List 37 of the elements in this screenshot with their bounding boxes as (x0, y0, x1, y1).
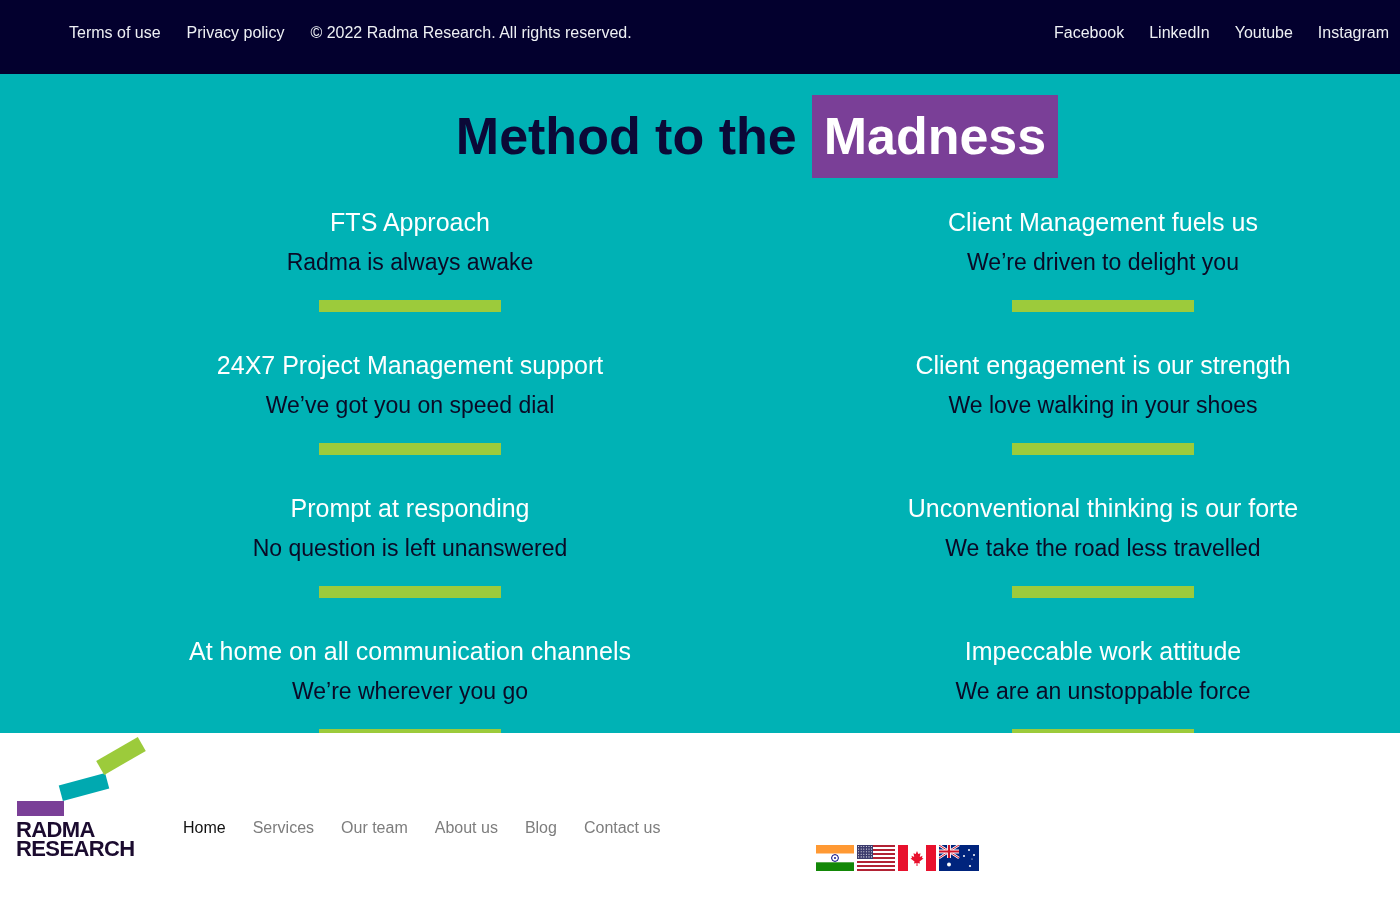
social-link[interactable]: Facebook (1053, 23, 1125, 43)
legal-link[interactable]: Terms of use (69, 23, 161, 43)
feature-tagline: Radma is always awake (286, 248, 534, 277)
legal-link[interactable]: Privacy policy (186, 23, 285, 43)
feature-heading: At home on all communication channels (189, 636, 631, 667)
nav-link[interactable]: Services (252, 818, 315, 838)
feature-heading: FTS Approach (330, 207, 490, 238)
nav-link[interactable]: About us (434, 818, 498, 838)
nav-link[interactable]: Our team (341, 818, 408, 838)
feature-tagline: We take the road less travelled (945, 534, 1261, 563)
title-highlight: Madness (811, 95, 1059, 178)
australia-flag-icon (939, 845, 979, 871)
canada-flag-icon (898, 845, 936, 871)
social-link[interactable]: Youtube (1234, 23, 1293, 43)
logo-bars-icon (16, 737, 148, 817)
social-link[interactable]: LinkedIn (1149, 23, 1210, 43)
feature-tagline: We’ve got you on speed dial (265, 391, 555, 420)
feature-tagline: We’re driven to delight you (967, 248, 1239, 277)
feature-heading: Client Management fuels us (948, 207, 1258, 238)
nav-link[interactable]: Home (183, 818, 226, 838)
feature-heading: Unconventional thinking is our forte (907, 493, 1299, 524)
feature-tagline: No question is left unanswered (252, 534, 568, 563)
nav-link[interactable]: Contact us (583, 818, 661, 838)
social-link[interactable]: Instagram (1317, 23, 1389, 43)
feature-tagline: We love walking in your shoes (948, 391, 1258, 420)
india-flag-icon (816, 845, 854, 871)
feature-heading: Prompt at responding (290, 493, 530, 524)
us-flag-icon (857, 845, 895, 871)
feature-tagline: We are an unstoppable force (955, 677, 1251, 706)
logo-text: RADMA RESEARCH (16, 820, 135, 858)
feature-heading: Impeccable work attitude (964, 636, 1242, 667)
copyright-text: © 2022 Radma Research. All rights reserved. (310, 23, 632, 43)
feature-tagline: We’re wherever you go (291, 677, 529, 706)
section-title: Method to the (455, 106, 797, 167)
feature-heading: 24X7 Project Management support (216, 350, 604, 381)
nav-link[interactable]: Blog (524, 818, 557, 838)
feature-heading: Client engagement is our strength (915, 350, 1291, 381)
